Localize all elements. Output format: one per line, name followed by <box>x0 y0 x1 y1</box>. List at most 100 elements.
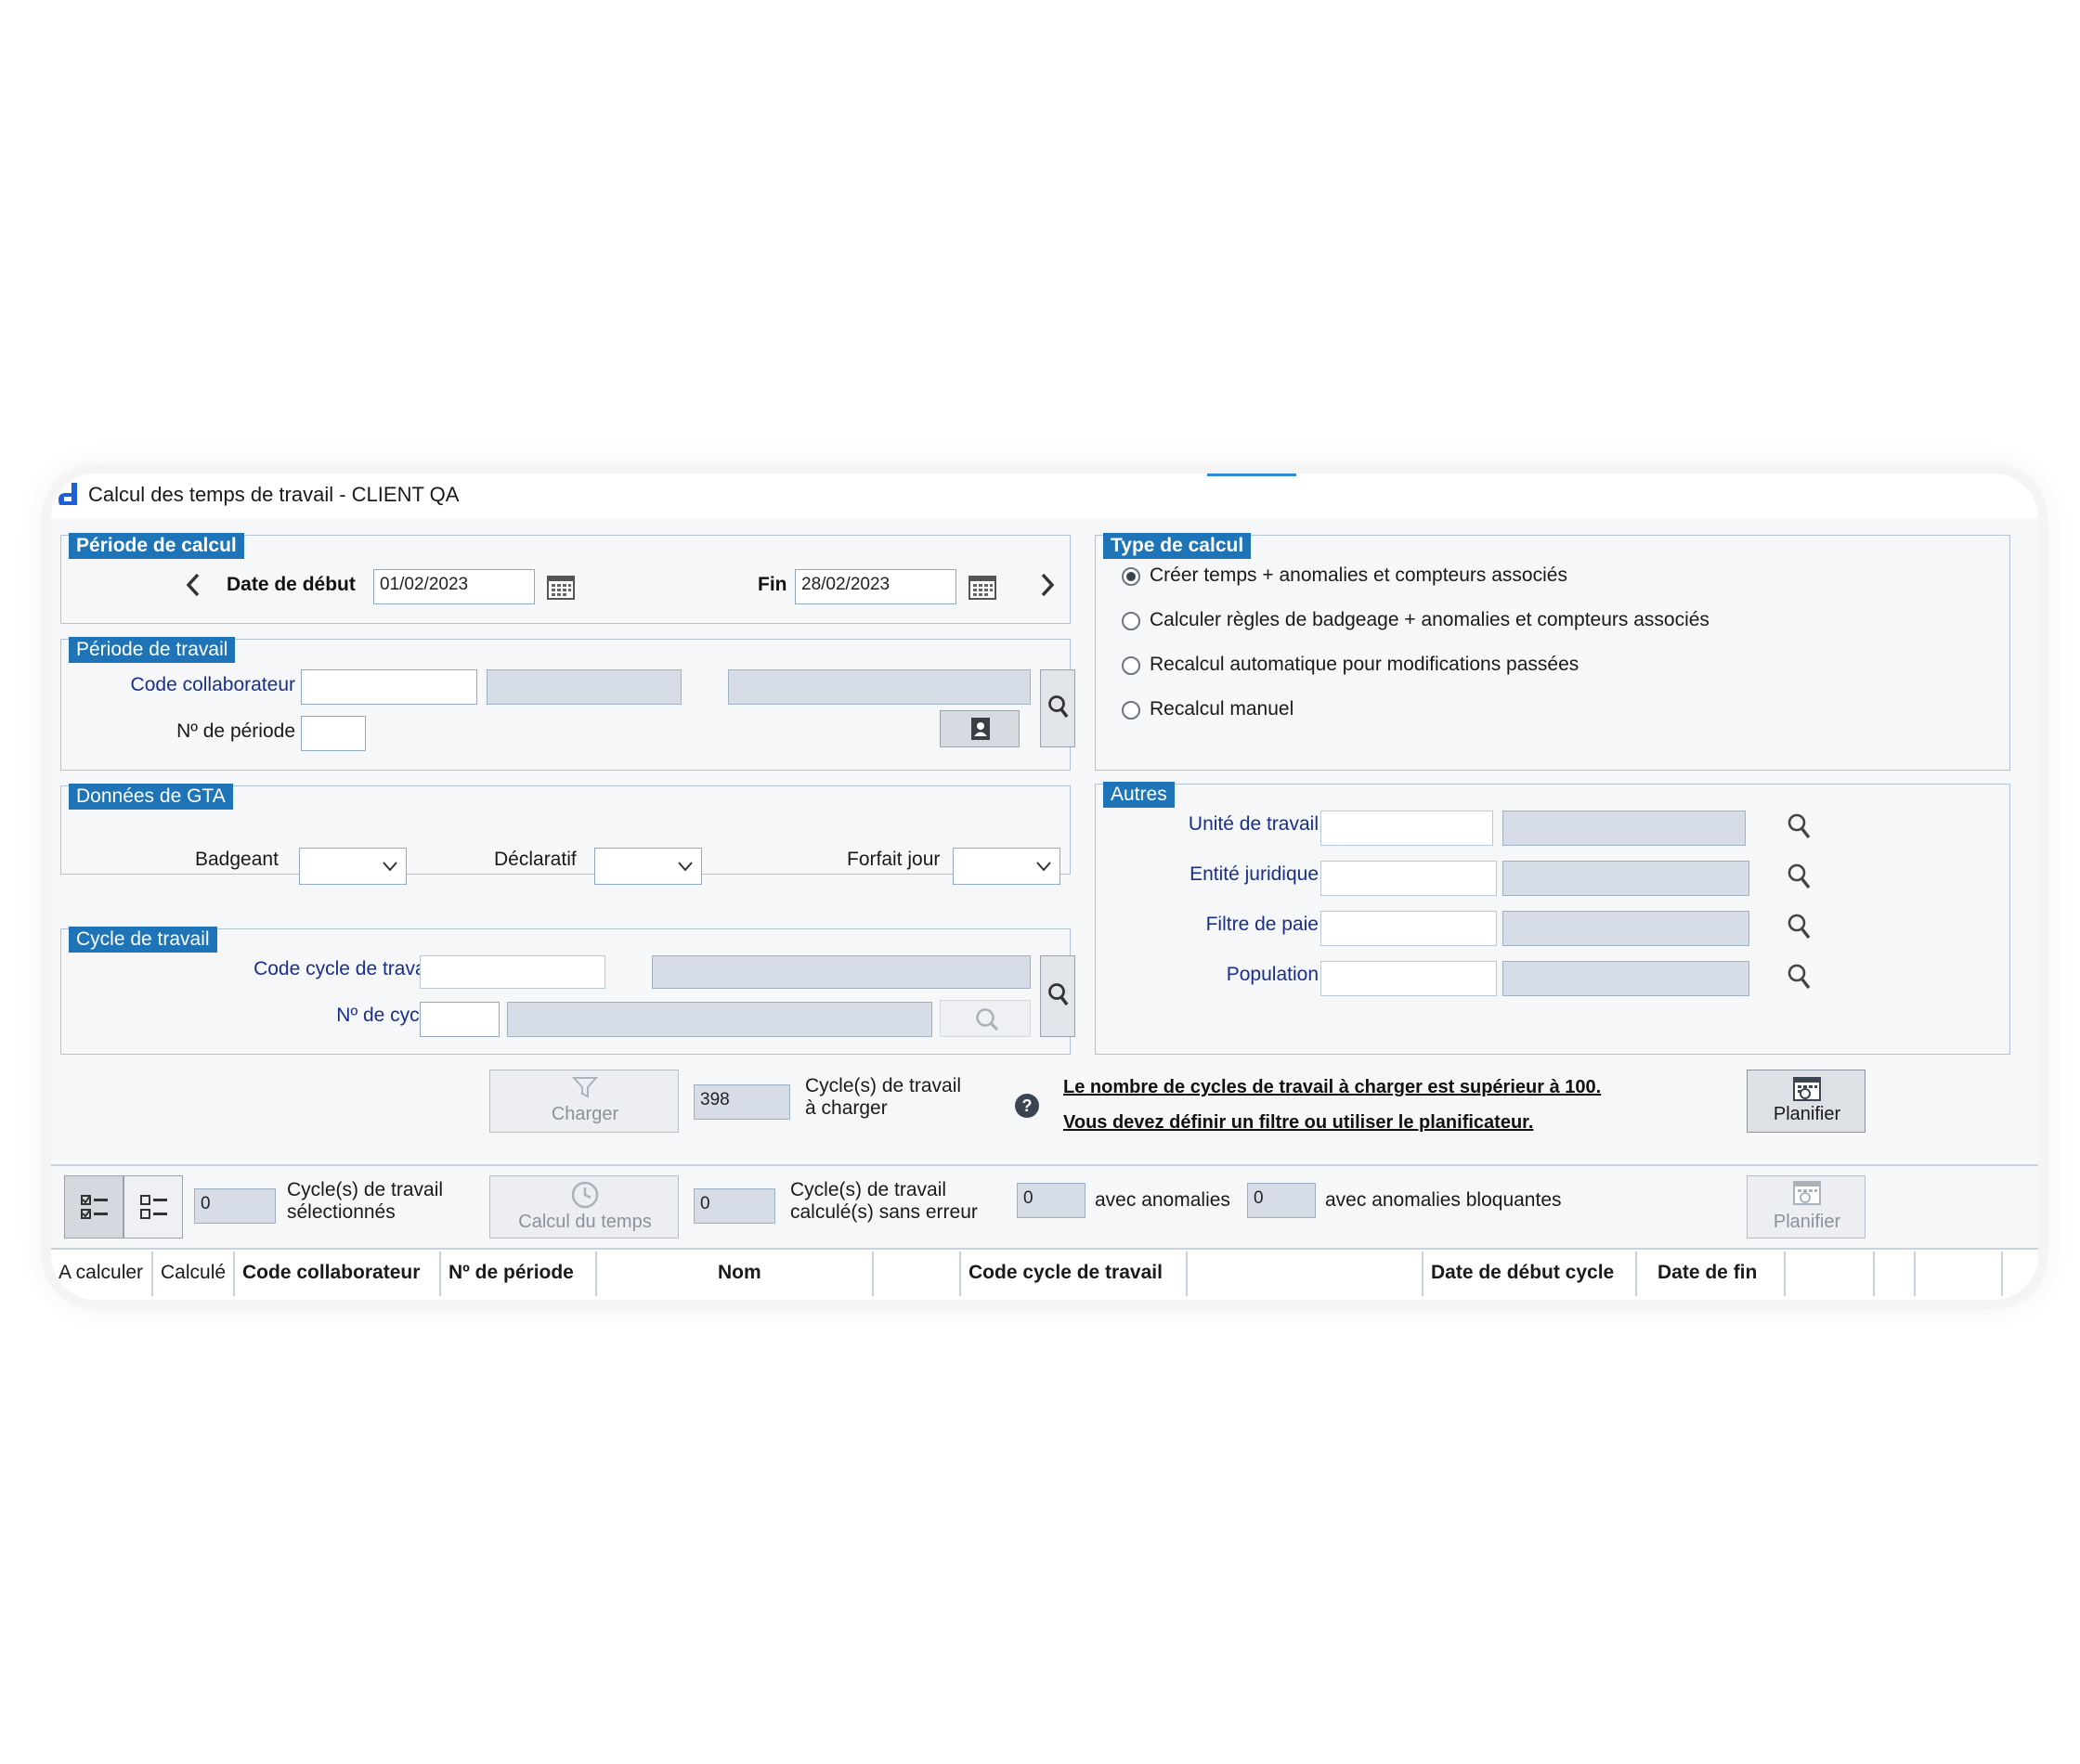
help-icon[interactable]: ? <box>1013 1092 1041 1120</box>
badgeant-select[interactable] <box>299 848 407 885</box>
no-cycle-input[interactable] <box>420 1002 500 1037</box>
autres-group: Autres Unité de travail Entité juridique… <box>1095 782 2010 1055</box>
planner-icon <box>1793 1181 1821 1205</box>
cycle-travail-title: Cycle de travail <box>69 927 217 953</box>
planifier-label: Planifier <box>1773 1104 1841 1124</box>
column-divider <box>2001 1252 2003 1296</box>
col-calcule[interactable]: Calculé <box>161 1261 226 1285</box>
column-divider <box>233 1252 235 1296</box>
type-calcul-title: Type de calcul <box>1103 533 1252 559</box>
charger-button[interactable]: Charger <box>489 1070 679 1133</box>
search-cycle-button[interactable] <box>1040 955 1075 1037</box>
option-calculer-regles-label: Calculer règles de badgeage + anomalies … <box>1150 609 1710 630</box>
deselect-all-button[interactable] <box>124 1175 183 1239</box>
periode-calcul-title: Période de calcul <box>69 533 244 559</box>
search-icon[interactable] <box>1787 913 1813 942</box>
warning-line-2: Vous devez définir un filtre ou utiliser… <box>1063 1112 1534 1133</box>
code-collaborateur-input[interactable] <box>301 669 477 705</box>
column-divider <box>151 1252 153 1296</box>
col-nom[interactable]: Nom <box>718 1261 761 1285</box>
window-title: Calcul des temps de travail - CLIENT QA <box>88 483 460 506</box>
date-debut-input[interactable]: 01/02/2023 <box>373 569 535 604</box>
column-divider <box>1635 1252 1637 1296</box>
calcul-temps-label: Calcul du temps <box>518 1212 652 1232</box>
planifier-disabled-label: Planifier <box>1773 1212 1841 1232</box>
code-cycle-input[interactable] <box>420 955 605 989</box>
radio-recalcul-manuel[interactable] <box>1122 701 1140 720</box>
chevron-left-icon[interactable] <box>182 571 204 599</box>
svg-text:?: ? <box>1022 1096 1033 1115</box>
search-no-cycle-button[interactable] <box>940 1000 1031 1037</box>
title-bar: Calcul des temps de travail - CLIENT QA <box>51 473 2038 518</box>
col-date-fin[interactable]: Date de fin <box>1658 1261 1757 1285</box>
radio-creer-temps[interactable] <box>1122 567 1140 586</box>
forfait-jour-label: Forfait jour <box>847 849 941 870</box>
chevron-down-icon <box>383 862 397 872</box>
unite-travail-name-field <box>1502 811 1746 846</box>
entite-juridique-label: Entité juridique <box>1190 863 1319 885</box>
chevron-right-icon[interactable] <box>1036 571 1059 599</box>
column-divider <box>959 1252 961 1296</box>
col-code-cycle[interactable]: Code cycle de travail <box>968 1261 1163 1285</box>
cycles-count-field: 398 <box>694 1084 790 1120</box>
main-window: Calcul des temps de travail - CLIENT QA … <box>51 473 2038 1300</box>
bloquantes-label: avec anomalies bloquantes <box>1325 1189 1562 1211</box>
autres-title: Autres <box>1103 782 1175 808</box>
title-accent-bar <box>1207 473 1296 476</box>
filtre-paie-label: Filtre de paie <box>1205 914 1319 935</box>
col-date-debut-cycle[interactable]: Date de début cycle <box>1431 1261 1614 1285</box>
population-input[interactable] <box>1320 961 1497 996</box>
donnees-gta-title: Données de GTA <box>69 784 233 810</box>
chevron-down-icon <box>1036 862 1051 872</box>
search-icon[interactable] <box>1787 863 1813 892</box>
warning-line-1: Le nombre de cycles de travail à charger… <box>1063 1077 1602 1097</box>
collaborateur-name-field <box>487 669 682 705</box>
population-name-field <box>1502 961 1749 996</box>
selected-label-2: sélectionnés <box>287 1201 396 1223</box>
date-debut-label: Date de début <box>227 574 356 595</box>
column-divider <box>595 1252 597 1296</box>
search-collaborateur-button[interactable] <box>1040 669 1075 747</box>
planifier-disabled-button[interactable]: Planifier <box>1747 1175 1866 1239</box>
periode-travail-title: Période de travail <box>69 637 236 663</box>
planifier-button[interactable]: Planifier <box>1747 1070 1866 1133</box>
declaratif-select[interactable] <box>594 848 702 885</box>
column-divider <box>872 1252 874 1296</box>
option-recalcul-auto-label: Recalcul automatique pour modifications … <box>1150 654 1580 675</box>
calc-ok-count-field: 0 <box>694 1188 775 1224</box>
entite-juridique-input[interactable] <box>1320 861 1497 896</box>
column-divider <box>439 1252 441 1296</box>
code-collaborateur-label: Code collaborateur <box>130 674 295 695</box>
select-all-button[interactable] <box>64 1175 124 1239</box>
code-cycle-label: Code cycle de travail <box>254 958 435 979</box>
col-a-calculer[interactable]: A calculer <box>58 1261 143 1285</box>
bloquantes-count-field: 0 <box>1247 1183 1316 1218</box>
cycles-count-label-1: Cycle(s) de travail <box>805 1075 962 1096</box>
radio-recalcul-auto[interactable] <box>1122 656 1140 675</box>
cycle-name-field <box>652 955 1031 989</box>
filtre-paie-input[interactable] <box>1320 911 1497 946</box>
unite-travail-input[interactable] <box>1320 811 1493 846</box>
calendar-icon[interactable] <box>968 573 997 601</box>
calendar-icon[interactable] <box>546 573 576 601</box>
radio-calculer-regles[interactable] <box>1122 612 1140 630</box>
col-no-periode[interactable]: Nº de période <box>448 1261 574 1285</box>
calcul-temps-button[interactable]: Calcul du temps <box>489 1175 679 1239</box>
forfait-jour-select[interactable] <box>953 848 1060 885</box>
date-fin-input[interactable]: 28/02/2023 <box>795 569 956 604</box>
population-label: Population <box>1226 964 1319 985</box>
option-recalcul-manuel-label: Recalcul manuel <box>1150 698 1294 720</box>
filtre-paie-name-field <box>1502 911 1749 946</box>
planner-icon <box>1793 1077 1821 1101</box>
no-periode-input[interactable] <box>301 716 366 751</box>
search-icon[interactable] <box>1787 812 1813 842</box>
periode-travail-group: Période de travail Code collaborateur Nº… <box>60 637 1075 771</box>
search-icon[interactable] <box>1787 963 1813 992</box>
search-icon <box>976 1008 999 1031</box>
app-logo-icon <box>57 481 81 507</box>
contact-card-button[interactable] <box>940 710 1020 747</box>
search-icon <box>1048 983 1069 1006</box>
calc-ok-label-2: calculé(s) sans erreur <box>790 1201 978 1223</box>
col-code-collaborateur[interactable]: Code collaborateur <box>242 1261 420 1285</box>
collaborateur-detail-field <box>728 669 1031 705</box>
